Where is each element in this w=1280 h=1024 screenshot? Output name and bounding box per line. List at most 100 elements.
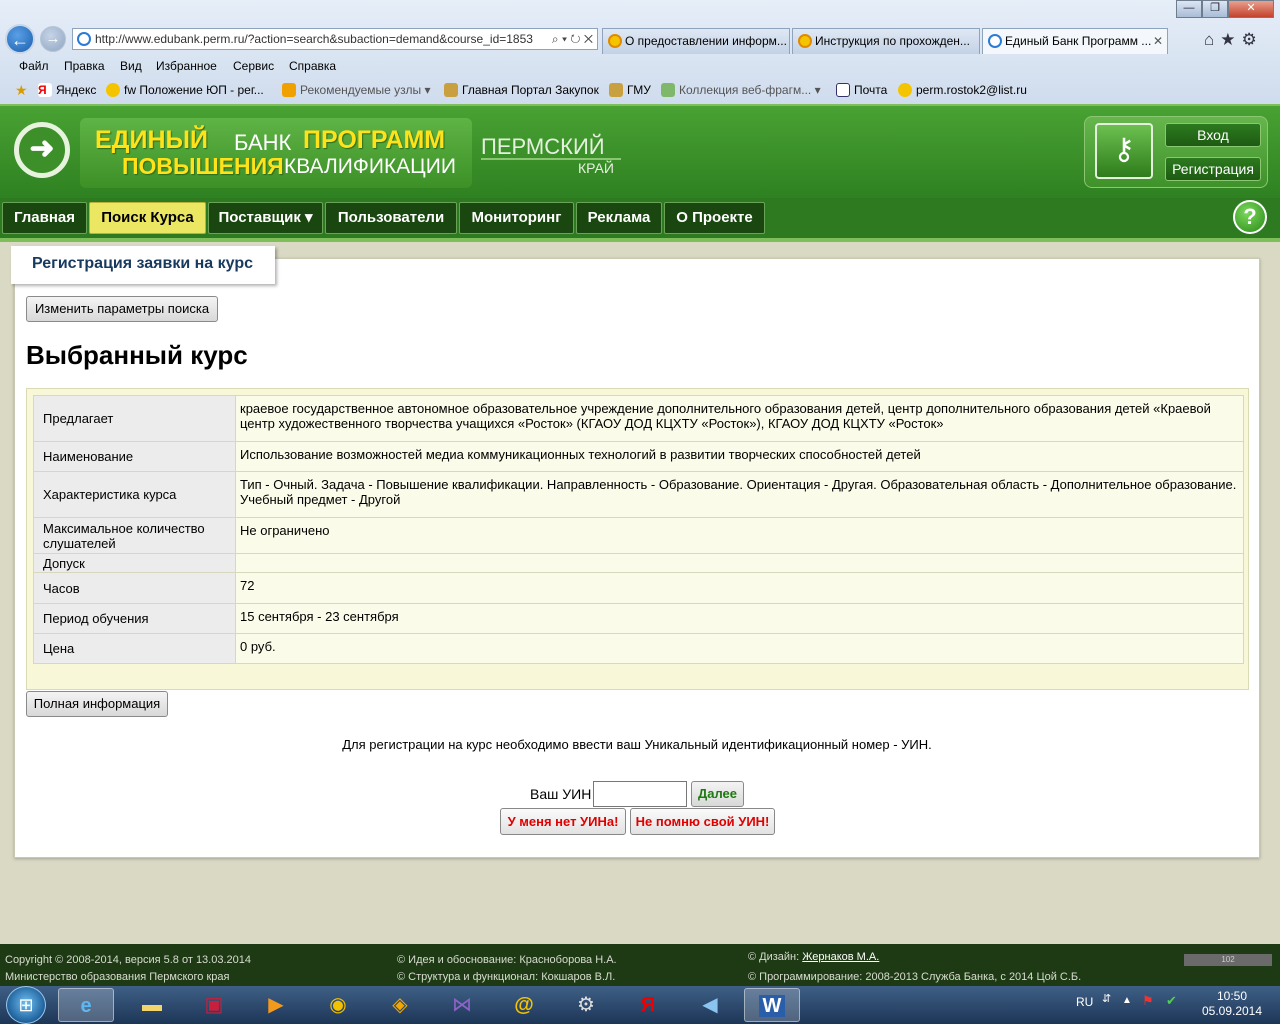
fav-yandex[interactable]: Я Яндекс [38,83,96,97]
taskbar-media[interactable]: ▶ [248,988,304,1022]
minimize-button[interactable]: — [1176,0,1202,18]
nav-monitoring[interactable]: Мониторинг [459,202,574,234]
nav-users[interactable]: Пользователи [325,202,457,234]
back-button[interactable]: ← [5,24,35,54]
yandex-icon: Я [38,83,52,97]
taskbar-chrome[interactable]: ◉ [310,988,366,1022]
network-icon[interactable]: ⚑ [1142,993,1154,1009]
tab-2[interactable]: Инструкция по прохожден... [792,28,980,54]
table-row: Допуск [33,553,1244,573]
taskbar-word[interactable]: W [744,988,800,1022]
yandex-icon: Я [640,994,656,1016]
language-indicator[interactable]: RU [1076,995,1093,1009]
logo-arrow-icon[interactable]: ➜ [14,122,70,178]
fav-mail[interactable]: Почта [836,83,887,97]
windows-taskbar: ⊞ e ▬ ▣ ▶ ◉ ◈ ⋈ @ ⚙ Я ◀ W RU ⇵ ▲ ⚑ ✔ 10:… [0,986,1280,1024]
menu-edit[interactable]: Правка [64,59,105,73]
start-button[interactable]: ⊞ [6,986,46,1024]
refresh-icon[interactable]: ↻ [570,32,580,46]
register-button[interactable]: Регистрация [1165,157,1261,181]
visual-studio-icon: ⋈ [452,994,472,1016]
row-label: Предлагает [33,395,236,442]
address-bar[interactable]: http://www.edubank.perm.ru/?action=searc… [72,28,598,50]
taskbar-mail-agent[interactable]: @ [496,988,552,1022]
taskbar-settings[interactable]: ⚙ [558,988,614,1022]
action-center-icon[interactable]: ✔ [1166,993,1177,1009]
fav-polozhenie[interactable]: fw Положение ЮП - рег... [106,83,264,97]
region-subtitle: КРАЙ [578,160,614,176]
row-value: 72 [235,572,1244,604]
menu-view[interactable]: Вид [120,59,142,73]
help-icon[interactable]: ? [1233,200,1267,234]
nav-home[interactable]: Главная [2,202,87,234]
row-label: Характеристика курса [33,471,236,518]
footer-design-link[interactable]: Жернаков М.А. [802,951,879,963]
menu-bar: Файл Правка Вид Избранное Сервис Справка [0,56,1280,78]
close-window-button[interactable]: ✕ [1228,0,1274,18]
mail-at-icon [106,83,120,97]
no-uin-button[interactable]: У меня нет УИНа! [500,808,626,835]
taskbar-ie[interactable]: e [58,988,114,1022]
row-value: краевое государственное автономное образ… [235,395,1244,442]
uin-input[interactable] [593,781,687,807]
fav-rostok-mail[interactable]: perm.rostok2@list.ru [898,83,1027,97]
next-button[interactable]: Далее [691,781,744,807]
row-value: Использование возможностей медиа коммуни… [235,441,1244,472]
taskbar-audio[interactable]: ◀ [682,988,738,1022]
row-label: Часов [33,572,236,604]
menu-favorites[interactable]: Избранное [156,59,217,73]
taskbar-explorer[interactable]: ▬ [124,988,180,1022]
table-row: Период обучения 15 сентября - 23 сентябр… [33,603,1244,634]
nav-course-search[interactable]: Поиск Курса [89,202,206,234]
clock[interactable]: 10:50 05.09.2014 [1200,989,1264,1019]
key-icon: ⚷ [1095,123,1153,179]
tab-3-active[interactable]: Единый Банк Программ ... ✕ [982,28,1168,54]
nav-about[interactable]: О Проекте [664,202,765,234]
full-info-button[interactable]: Полная информация [26,691,168,717]
login-button[interactable]: Вход [1165,123,1261,147]
arrow-right-icon: → [45,30,61,47]
change-search-params-button[interactable]: Изменить параметры поиска [26,296,218,322]
favorites-star-icon[interactable]: ★ [1220,30,1241,49]
table-row: Максимальное количество слушателей Не ог… [33,517,1244,554]
menu-tools[interactable]: Сервис [233,59,274,73]
fav-gmu[interactable]: ГМУ [609,83,651,97]
visit-counter[interactable]: 102 [1184,954,1272,966]
footer-programming: © Программирование: 2008-2013 Служба Бан… [748,971,1082,983]
favorites-star-icon[interactable]: ★ [15,82,28,99]
search-icon[interactable]: ⌕ [552,32,559,46]
address-tools[interactable]: ⌕ ▾ ↻ ✕ [547,29,593,49]
taskbar-vs[interactable]: ⋈ [434,988,490,1022]
taskbar-eye-app[interactable]: ◈ [372,988,428,1022]
home-icon[interactable]: ⌂ [1204,30,1220,49]
windows-logo-icon: ⊞ [18,995,34,1015]
table-row: Наименование Использование возможностей … [33,441,1244,472]
clock-time: 10:50 [1216,989,1248,1003]
forward-button[interactable]: → [40,26,66,52]
logo-word: ПРОГРАММ [303,126,446,154]
nav-provider[interactable]: Поставщик ▾ [208,202,323,234]
stop-icon[interactable]: ✕ [584,32,593,46]
gear-icon[interactable]: ⚙ [1242,30,1263,49]
input-settings-icon[interactable]: ⇵ [1102,992,1111,1005]
fav-recommended[interactable]: Рекомендуемые узлы ▾ [282,83,431,97]
menu-file[interactable]: Файл [19,59,49,73]
fav-webslice[interactable]: Коллекция веб-фрагм... ▾ [661,83,821,97]
taskbar-save[interactable]: ▣ [186,988,242,1022]
fav-zakupki[interactable]: Главная Портал Закупок [444,83,599,97]
taskbar-yandex[interactable]: Я [620,988,676,1022]
main-nav: Главная Поиск Курса Поставщик ▾ Пользова… [0,198,1280,242]
tab-close-icon[interactable]: ✕ [1153,29,1163,53]
row-label: Максимальное количество слушателей [33,517,236,554]
tab-1[interactable]: О предоставлении информ... [602,28,790,54]
tray-expand-icon[interactable]: ▲ [1122,995,1132,1006]
site-logo[interactable]: ЕДИНЫЙ БАНК ПРОГРАММ ПОВЫШЕНИЯ КВАЛИФИКА… [80,118,472,188]
maximize-button[interactable]: ❐ [1202,0,1228,18]
media-player-icon: ▶ [268,994,284,1016]
forgot-uin-button[interactable]: Не помню свой УИН! [630,808,775,835]
logo-word: ЕДИНЫЙ [95,126,208,154]
tab-label: Единый Банк Программ ... [1005,34,1152,48]
nav-ads[interactable]: Реклама [576,202,662,234]
menu-help[interactable]: Справка [289,59,336,73]
row-value: Не ограничено [235,517,1244,554]
